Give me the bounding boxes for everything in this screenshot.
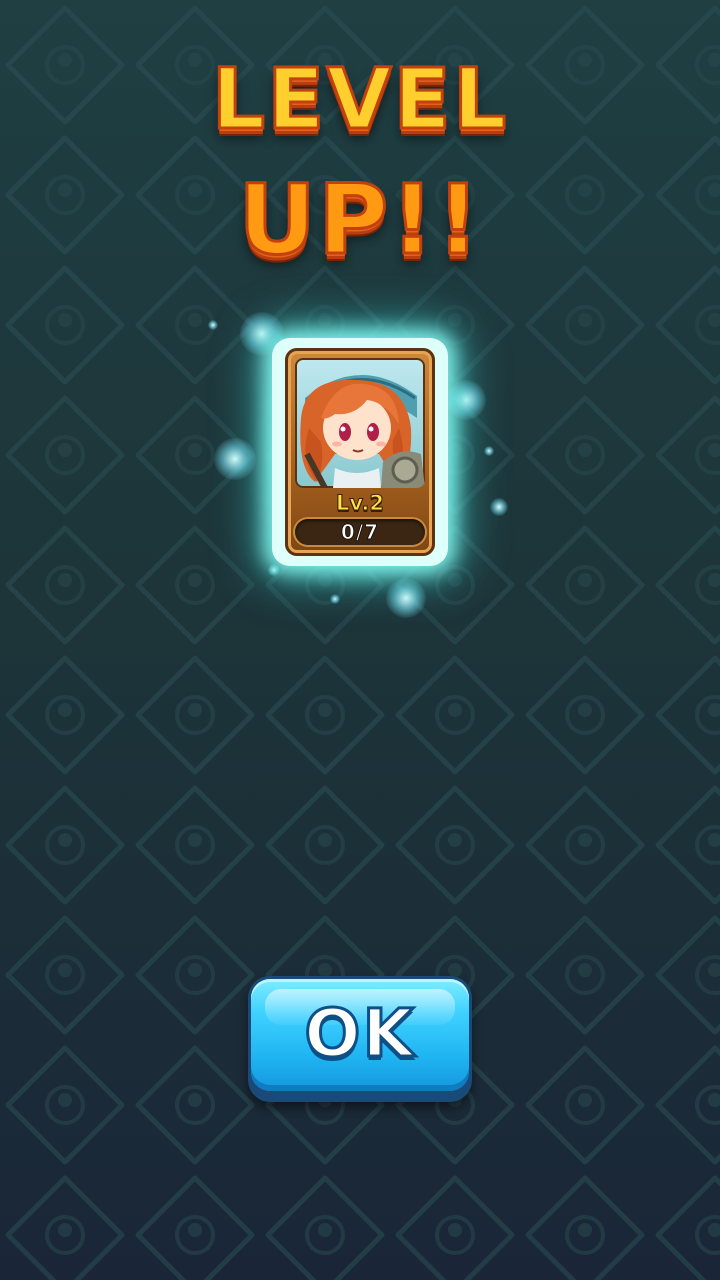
sparkle-effect	[208, 320, 218, 330]
hero-xp-progress-text: 0/7	[340, 520, 380, 545]
level-up-title-line2: UP!!	[237, 163, 482, 278]
hero-card[interactable]: Lv.2 0/7	[285, 348, 435, 556]
level-up-title-line1: LEVEL	[210, 49, 509, 150]
sparkle-effect	[490, 498, 508, 516]
red-haired-warrior-portrait-icon	[295, 358, 425, 488]
ok-button-face[interactable]: OK	[251, 979, 469, 1091]
ok-button-label: OK	[303, 994, 416, 1074]
sparkle-effect	[484, 446, 494, 456]
sparkle-effect	[214, 438, 256, 480]
hero-xp-progress-bar: 0/7	[295, 519, 425, 545]
hero-level-label: Lv.2	[336, 491, 385, 516]
sparkle-effect	[330, 594, 340, 604]
ok-button[interactable]: OK	[248, 976, 472, 1102]
